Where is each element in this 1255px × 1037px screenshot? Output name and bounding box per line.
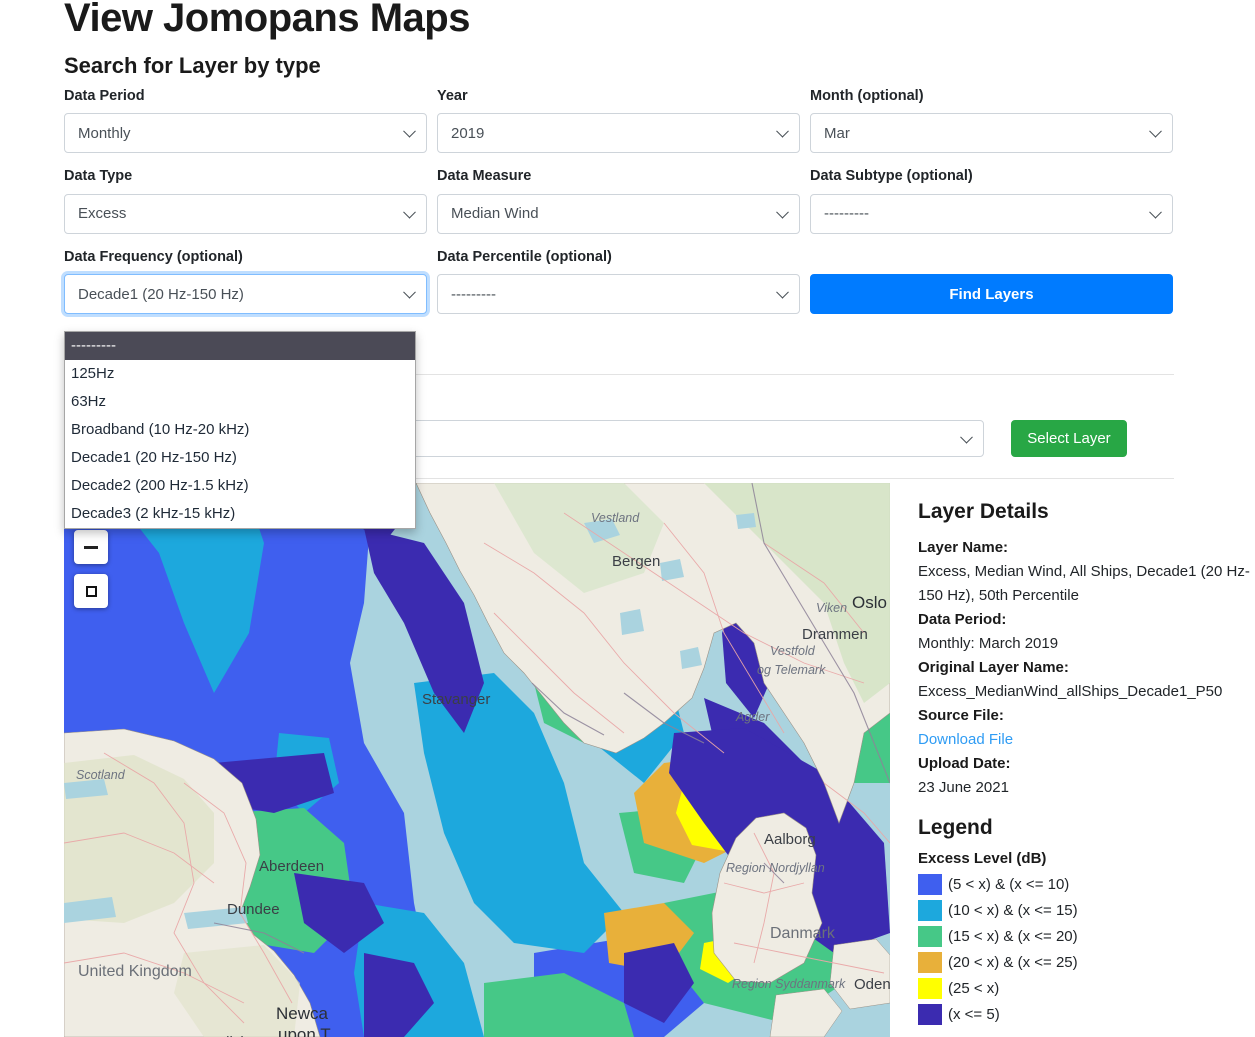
chevron-down-icon <box>776 286 789 299</box>
legend-label-4: (25 < x) <box>948 979 1000 997</box>
legend-row: (10 < x) & (x <= 15) <box>918 897 1255 923</box>
field-year: Year 2019 <box>437 88 810 154</box>
label-data-frequency: Data Frequency (optional) <box>64 248 243 265</box>
dropdown-option-6[interactable]: Decade3 (2 kHz-15 kHz) <box>65 500 415 528</box>
chevron-down-icon <box>403 205 416 219</box>
legend-swatch-0 <box>918 873 942 895</box>
chevron-down-icon <box>960 430 973 444</box>
form-row-1: Data Period Monthly Year 2019 Month (opt… <box>64 88 1174 154</box>
select-data-type[interactable]: Excess <box>64 193 427 234</box>
select-data-period-value: Monthly <box>78 124 131 142</box>
label-layer-name: Layer Name: <box>918 539 1009 556</box>
legend-row: (x <= 5) <box>918 1001 1255 1027</box>
chevron-down-icon <box>776 205 789 219</box>
legend-list: (5 < x) & (x <= 10) (10 < x) & (x <= 15) (… <box>918 871 1255 1027</box>
field-data-subtype: Data Subtype (optional) --------- <box>810 168 1183 234</box>
form-row-2: Data Type Excess Data Measure Median Win… <box>64 168 1174 234</box>
dropdown-option-2[interactable]: 63Hz <box>65 388 415 416</box>
download-file-link[interactable]: Download File <box>918 728 1013 752</box>
square-icon <box>85 585 97 597</box>
select-data-period[interactable]: Monthly <box>64 113 427 154</box>
dropdown-option-3[interactable]: Broadband (10 Hz-20 kHz) <box>65 416 415 444</box>
dropdown-option-5[interactable]: Decade2 (200 Hz-1.5 kHz) <box>65 472 415 500</box>
chevron-down-icon <box>403 125 416 138</box>
value-original-layer-name: Excess_MedianWind_allShips_Decade1_P50 <box>918 683 1223 700</box>
legend-label-5: (x <= 5) <box>948 1005 1000 1023</box>
label-month: Month (optional) <box>810 88 924 104</box>
field-data-measure: Data Measure Median Wind <box>437 168 810 234</box>
label-upload-date: Upload Date: <box>918 755 1011 772</box>
legend-row: (5 < x) & (x <= 10) <box>918 871 1255 897</box>
field-data-type: Data Type Excess <box>64 168 437 234</box>
chevron-down-icon <box>403 286 416 299</box>
label-data-percentile: Data Percentile (optional) <box>437 248 612 265</box>
chevron-down-icon <box>1149 125 1162 138</box>
legend-label-1: (10 < x) & (x <= 15) <box>948 901 1078 919</box>
legend-row: (15 < x) & (x <= 20) <box>918 923 1255 949</box>
field-data-frequency: Data Frequency (optional) Decade1 (20 Hz… <box>64 248 437 315</box>
legend-swatch-5 <box>918 1003 942 1025</box>
select-data-measure[interactable]: Median Wind <box>437 193 800 234</box>
legend-row: (20 < x) & (x <= 25) <box>918 949 1255 975</box>
select-year[interactable]: 2019 <box>437 113 800 154</box>
legend-label-3: (20 < x) & (x <= 25) <box>948 953 1078 971</box>
page-root: View Jomopans Maps Search for Layer by t… <box>0 0 1255 1037</box>
field-month: Month (optional) Mar <box>810 88 1183 154</box>
find-layers-button[interactable]: Find Layers <box>810 274 1173 315</box>
legend-swatch-1 <box>918 899 942 921</box>
legend-swatch-3 <box>918 951 942 973</box>
field-data-period: Data Period Monthly <box>64 88 437 154</box>
legend-heading: Legend <box>918 816 993 839</box>
select-data-subtype[interactable]: --------- <box>810 193 1173 234</box>
field-data-percentile: Data Percentile (optional) --------- <box>437 248 810 315</box>
layer-details-heading: Layer Details <box>918 500 1049 523</box>
dropdown-option-1[interactable]: 125Hz <box>65 360 415 388</box>
select-data-frequency[interactable]: Decade1 (20 Hz-150 Hz) <box>64 274 427 315</box>
select-data-frequency-value: Decade1 (20 Hz-150 Hz) <box>78 285 244 303</box>
field-find-layers: Find Layers <box>810 249 1183 315</box>
chevron-down-icon <box>776 125 789 138</box>
value-upload-date: 23 June 2021 <box>918 779 1009 796</box>
legend-label-2: (15 < x) & (x <= 20) <box>948 927 1078 945</box>
select-data-subtype-value: --------- <box>824 205 869 223</box>
value-layer-name: Excess, Median Wind, All Ships, Decade1 … <box>918 563 1250 604</box>
chevron-down-icon <box>1149 205 1162 219</box>
form-row-3: Data Frequency (optional) Decade1 (20 Hz… <box>64 248 1174 315</box>
label-data-subtype: Data Subtype (optional) <box>810 168 973 185</box>
dropdown-option-4[interactable]: Decade1 (20 Hz-150 Hz) <box>65 444 415 472</box>
legend-row: (25 < x) <box>918 975 1255 1001</box>
minus-icon <box>84 545 98 549</box>
select-data-percentile-value: --------- <box>451 285 496 303</box>
page-title: View Jomopans Maps <box>64 0 470 40</box>
label-data-period: Data Period <box>64 88 145 104</box>
map-reset-extent-button[interactable] <box>74 574 108 608</box>
label-year: Year <box>437 88 468 104</box>
layer-search-form: Data Period Monthly Year 2019 Month (opt… <box>64 88 1174 329</box>
search-heading: Search for Layer by type <box>64 53 321 78</box>
select-month-value: Mar <box>824 124 850 142</box>
select-data-percentile[interactable]: --------- <box>437 274 800 315</box>
label-data-type: Data Type <box>64 168 133 185</box>
map-zoom-out-button[interactable] <box>74 530 108 564</box>
select-data-measure-value: Median Wind <box>451 205 539 223</box>
map-canvas[interactable]: Vestland Bergen Oslo Viken Drammen Vestfold og… <box>64 483 890 1037</box>
legend-swatch-4 <box>918 977 942 999</box>
select-layer-button[interactable]: Select Layer <box>1011 420 1127 457</box>
label-source-file: Source File: <box>918 707 1004 724</box>
label-original-layer-name: Original Layer Name: <box>918 659 1069 676</box>
legend-title: Excess Level (dB) <box>918 850 1047 867</box>
select-year-value: 2019 <box>451 124 485 142</box>
layer-details-panel: Layer Details Layer Name: Excess, Median… <box>918 500 1255 1027</box>
label-data-measure: Data Measure <box>437 168 532 185</box>
legend-swatch-2 <box>918 925 942 947</box>
select-month[interactable]: Mar <box>810 113 1173 154</box>
label-data-period: Data Period: <box>918 611 1007 628</box>
data-frequency-dropdown-list[interactable]: --------- 125Hz 63Hz Broadband (10 Hz-20 kH… <box>64 331 416 529</box>
legend-label-0: (5 < x) & (x <= 10) <box>948 875 1070 893</box>
dropdown-option-0[interactable]: --------- <box>65 332 415 360</box>
select-data-type-value: Excess <box>78 205 127 223</box>
value-data-period: Monthly: March 2019 <box>918 635 1059 652</box>
map-raster <box>64 483 890 1037</box>
